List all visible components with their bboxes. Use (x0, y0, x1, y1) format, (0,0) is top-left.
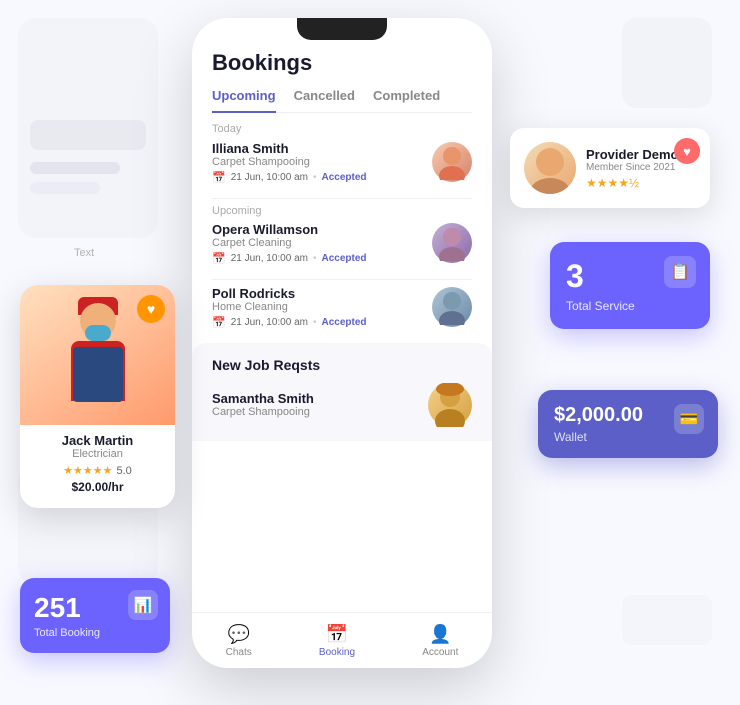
chats-icon: 💬 (228, 623, 250, 645)
booking-icon: 📅 (326, 623, 348, 645)
booking-item-opera: Opera Willamson Carpet Cleaning 📅 21 Jun… (212, 222, 472, 265)
calendar-icon-1: 📅 (212, 171, 226, 184)
booking-item-poll: Poll Rodricks Home Cleaning 📅 21 Jun, 10… (212, 286, 472, 329)
bg-input-label: Text (74, 247, 94, 259)
nav-chats-label: Chats (226, 647, 252, 658)
nav-chats[interactable]: 💬 Chats (226, 623, 252, 658)
total-booking-card: 251 Total Booking 📊 (20, 578, 170, 653)
bg-phone-fragment-top (622, 18, 712, 108)
total-booking-label: Total Booking (34, 627, 156, 639)
divider-1 (212, 198, 472, 199)
worker-info: Jack Martin Electrician ★★★★★ 5.0 $20.00… (20, 425, 175, 494)
dot-1: • (313, 172, 317, 183)
new-jobs-title: New Job Reqsts (212, 357, 472, 373)
booking-date-poll: 21 Jun, 10:00 am (231, 317, 308, 328)
avatar-poll (432, 287, 472, 327)
booking-service-illiana: Carpet Shampooing (212, 156, 432, 168)
avatar-opera (432, 223, 472, 263)
worker-image-area: ♥ (20, 285, 175, 425)
booking-name-poll: Poll Rodricks (212, 286, 432, 301)
account-icon: 👤 (429, 623, 451, 645)
bg-input-field: Text (30, 120, 146, 150)
booking-name-illiana: Illiana Smith (212, 141, 432, 156)
total-service-icon: 📋 (664, 256, 696, 288)
bg-bar-2 (30, 182, 100, 194)
new-jobs-section: New Job Reqsts Samantha Smith Carpet Sha… (192, 343, 492, 441)
calendar-icon-2: 📅 (212, 252, 226, 265)
tab-cancelled[interactable]: Cancelled (294, 88, 355, 113)
booking-item-illiana: Illiana Smith Carpet Shampooing 📅 21 Jun… (212, 141, 472, 184)
booking-date-opera: 21 Jun, 10:00 am (231, 253, 308, 264)
provider-heart-icon[interactable]: ♥ (674, 138, 700, 164)
booking-meta-poll: 📅 21 Jun, 10:00 am • Accepted (212, 316, 432, 329)
dot-3: • (313, 317, 317, 328)
booking-status-opera: Accepted (322, 253, 367, 264)
provider-avatar (524, 142, 576, 194)
job-info-samantha: Samantha Smith Carpet Shampooing (212, 391, 314, 418)
phone-content: Bookings Upcoming Cancelled Completed To… (192, 40, 492, 441)
avatar-samantha (428, 383, 472, 427)
booking-date-illiana: 21 Jun, 10:00 am (231, 172, 308, 183)
total-service-card: 3 Total Service 📋 (550, 242, 710, 329)
worker-mask (85, 325, 111, 341)
bg-phone-fragment-bottom (622, 595, 712, 645)
booking-info-illiana: Illiana Smith Carpet Shampooing 📅 21 Jun… (212, 141, 432, 184)
booking-meta-illiana: 📅 21 Jun, 10:00 am • Accepted (212, 171, 432, 184)
nav-booking-label: Booking (319, 647, 355, 658)
wallet-card: $2,000.00 Wallet 💳 (538, 390, 718, 458)
tab-upcoming[interactable]: Upcoming (212, 88, 276, 113)
provider-card: Provider Demo Member Since 2021 ★★★★½ ♥ (510, 128, 710, 208)
booking-status-poll: Accepted (322, 317, 367, 328)
job-service-samantha: Carpet Shampooing (212, 406, 314, 418)
tab-completed[interactable]: Completed (373, 88, 440, 113)
worker-rate: $20.00/hr (32, 480, 163, 494)
job-name-samantha: Samantha Smith (212, 391, 314, 406)
calendar-icon-3: 📅 (212, 316, 226, 329)
worker-trade: Electrician (32, 448, 163, 460)
worker-overalls (73, 347, 123, 402)
booking-meta-opera: 📅 21 Jun, 10:00 am • Accepted (212, 252, 432, 265)
worker-favorite-icon[interactable]: ♥ (137, 295, 165, 323)
upcoming-label: Upcoming (212, 205, 472, 217)
worker-figure (53, 295, 143, 425)
booking-tabs: Upcoming Cancelled Completed (212, 88, 472, 113)
worker-stars: ★★★★★ (63, 464, 112, 477)
nav-account[interactable]: 👤 Account (422, 623, 458, 658)
booking-info-poll: Poll Rodricks Home Cleaning 📅 21 Jun, 10… (212, 286, 432, 329)
total-booking-icon: 📊 (128, 590, 158, 620)
page-title: Bookings (212, 50, 472, 76)
booking-name-opera: Opera Willamson (212, 222, 432, 237)
worker-card: ♥ Jack Martin Electrician ★★★★★ 5.0 $20.… (20, 285, 175, 508)
job-item-samantha: Samantha Smith Carpet Shampooing (212, 383, 472, 427)
nav-booking[interactable]: 📅 Booking (319, 623, 355, 658)
main-phone: Bookings Upcoming Cancelled Completed To… (192, 18, 492, 668)
provider-since: Member Since 2021 (586, 162, 696, 173)
booking-status-illiana: Accepted (322, 172, 367, 183)
bg-bar-1 (30, 162, 120, 174)
wallet-icon: 💳 (674, 404, 704, 434)
dot-2: • (313, 253, 317, 264)
bottom-navigation: 💬 Chats 📅 Booking 👤 Account (192, 612, 492, 668)
worker-score: 5.0 (117, 465, 132, 477)
phone-notch (297, 18, 387, 40)
provider-stars: ★★★★½ (586, 176, 696, 190)
booking-service-opera: Carpet Cleaning (212, 237, 432, 249)
booking-info-opera: Opera Willamson Carpet Cleaning 📅 21 Jun… (212, 222, 432, 265)
total-service-label: Total Service (566, 299, 694, 313)
divider-2 (212, 279, 472, 280)
today-label: Today (212, 123, 472, 135)
worker-name: Jack Martin (32, 433, 163, 448)
nav-account-label: Account (422, 647, 458, 658)
booking-service-poll: Home Cleaning (212, 301, 432, 313)
avatar-illiana (432, 142, 472, 182)
